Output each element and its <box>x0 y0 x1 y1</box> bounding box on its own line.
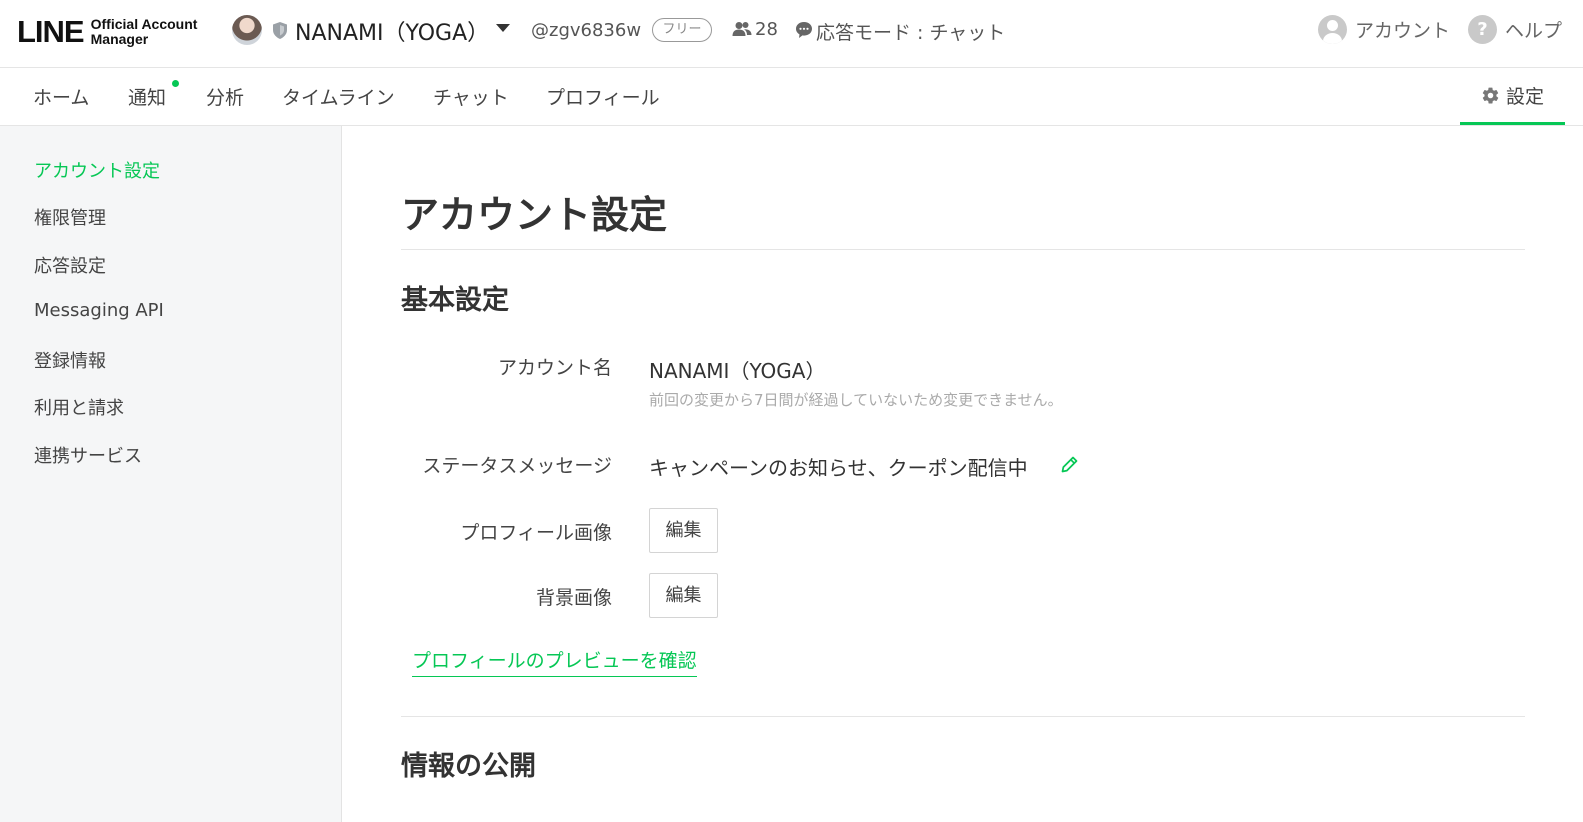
page-title: アカウント設定 <box>401 193 668 237</box>
section-title-info-publication: 情報の公開 <box>401 751 536 782</box>
notification-dot <box>172 80 179 87</box>
main-content: アカウント設定 基本設定 アカウント名 NANAMI（YOGA） 前回の変更から… <box>342 126 1583 822</box>
line-oa-manager-logo[interactable]: LINE Official Account Manager <box>17 12 197 52</box>
sidebar-item-account-settings[interactable]: アカウント設定 <box>34 157 160 183</box>
shield-icon <box>273 22 287 39</box>
sidebar-item-permissions[interactable]: 権限管理 <box>34 204 106 230</box>
friends-icon <box>732 22 752 36</box>
status-message-label: ステータスメッセージ <box>422 455 612 477</box>
profile-image-label: プロフィール画像 <box>460 522 612 544</box>
top-header: LINE Official Account Manager NANAMI（YOG… <box>0 0 1583 68</box>
help-menu-label: ヘルプ <box>1505 20 1563 42</box>
tab-chat[interactable]: チャット <box>433 83 509 110</box>
logo-subtitle-line1: Official Account <box>90 16 198 32</box>
pencil-icon[interactable] <box>1059 454 1080 475</box>
tab-settings[interactable]: 設定 <box>1460 68 1565 125</box>
tab-settings-label: 設定 <box>1505 85 1544 108</box>
logo-wordmark: LINE <box>17 14 85 49</box>
account-name-value: NANAMI（YOGA） <box>649 359 826 383</box>
account-switcher-name[interactable]: NANAMI（YOGA） <box>295 15 489 47</box>
chevron-down-icon[interactable] <box>496 24 510 32</box>
main-nav: ホーム 通知 分析 タイムライン チャット プロフィール <box>0 68 1583 126</box>
tab-notifications[interactable]: 通知 <box>128 83 166 110</box>
account-avatar[interactable] <box>232 15 262 45</box>
account-name-label: アカウント名 <box>497 357 612 379</box>
divider <box>401 249 1525 250</box>
sidebar-item-registration-info[interactable]: 登録情報 <box>34 347 106 373</box>
edit-profile-image-button[interactable]: 編集 <box>649 508 718 553</box>
account-menu[interactable]: アカウント <box>1318 15 1450 44</box>
sidebar-item-usage-billing[interactable]: 利用と請求 <box>34 394 124 420</box>
sidebar-item-linked-services[interactable]: 連携サービス <box>34 442 142 468</box>
chat-bubble-icon <box>796 22 812 38</box>
help-menu[interactable]: ? ヘルプ <box>1468 15 1562 44</box>
response-mode-status[interactable]: 応答モード : チャット <box>816 18 1005 45</box>
edit-background-image-button[interactable]: 編集 <box>649 573 718 618</box>
account-name-note: 前回の変更から7日間が経過していないため変更できません。 <box>649 391 1063 409</box>
tab-profile[interactable]: プロフィール <box>546 83 660 110</box>
account-menu-label: アカウント <box>1355 20 1451 42</box>
logo-subtitle: Official Account Manager <box>91 17 198 47</box>
friends-count[interactable]: 28 <box>755 19 778 40</box>
user-icon <box>1318 15 1347 44</box>
divider <box>401 716 1525 717</box>
gear-icon <box>1482 87 1499 103</box>
profile-preview-link[interactable]: プロフィールのプレビューを確認 <box>412 646 697 677</box>
background-image-label: 背景画像 <box>535 587 612 609</box>
account-id: @zgv6836w <box>531 20 642 41</box>
tab-home[interactable]: ホーム <box>33 83 89 110</box>
tab-analytics[interactable]: 分析 <box>206 83 244 110</box>
sidebar-item-response-settings[interactable]: 応答設定 <box>34 252 106 278</box>
logo-subtitle-line2: Manager <box>90 31 149 47</box>
section-title-basic: 基本設定 <box>401 285 509 316</box>
settings-sidebar: アカウント設定 権限管理 応答設定 Messaging API 登録情報 利用と… <box>0 126 342 822</box>
plan-badge: フリー <box>652 18 712 42</box>
help-icon: ? <box>1468 15 1497 44</box>
sidebar-item-messaging-api[interactable]: Messaging API <box>34 300 164 321</box>
tab-timeline[interactable]: タイムライン <box>282 83 395 110</box>
status-message-value: キャンペーンのお知らせ、クーポン配信中 <box>649 456 1028 480</box>
